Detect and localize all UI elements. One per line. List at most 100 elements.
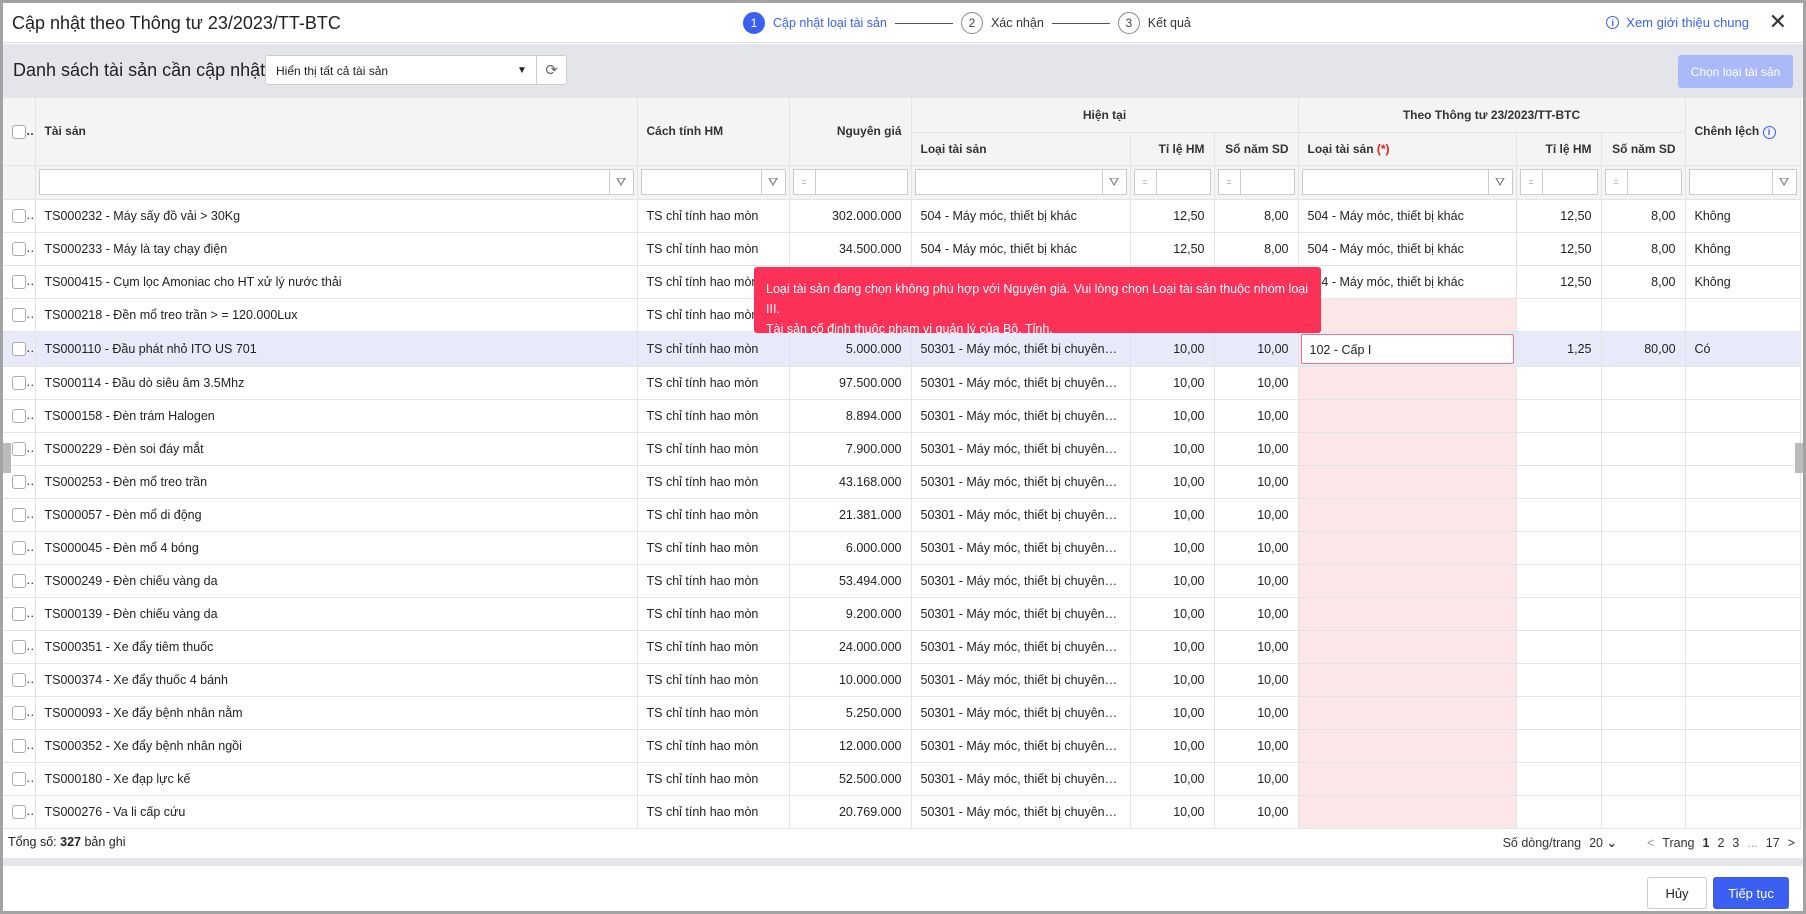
- page-17[interactable]: 17: [1766, 836, 1780, 850]
- filter-input[interactable]: [816, 170, 907, 194]
- cell-new-type[interactable]: [1298, 795, 1517, 829]
- cell-new-type[interactable]: [1298, 762, 1517, 796]
- filter-cost-input[interactable]: =: [792, 169, 908, 195]
- filter-input[interactable]: [40, 170, 609, 194]
- cell-new-type[interactable]: 504 - Máy móc, thiết bị khác: [1298, 232, 1517, 266]
- display-filter-select[interactable]: Hiển thị tất cả tài sản ▼ ⟳: [265, 55, 567, 85]
- asset-type-input[interactable]: 102 - Cấp I: [1300, 333, 1514, 364]
- intro-link[interactable]: i Xem giới thiệu chung: [1606, 15, 1749, 30]
- row-checkbox[interactable]: [12, 441, 26, 456]
- table-row[interactable]: TS000233 - Máy là tay chạy điện TS chỉ tí…: [3, 232, 1801, 266]
- page-1[interactable]: 1: [1703, 836, 1710, 850]
- operator-equals[interactable]: =: [794, 170, 816, 194]
- col-current-years[interactable]: Số năm SD: [1214, 132, 1299, 166]
- col-current-rate[interactable]: Tỉ lệ HM: [1130, 132, 1215, 166]
- filter-input[interactable]: [642, 170, 761, 194]
- row-checkbox[interactable]: [12, 705, 26, 720]
- refresh-icon[interactable]: ⟳: [536, 56, 566, 84]
- cell-new-type[interactable]: [1298, 597, 1517, 631]
- col-diff[interactable]: Chênh lệch i: [1685, 98, 1801, 166]
- table-row[interactable]: TS000352 - Xe đẩy bệnh nhân ngồi TS chỉ t…: [3, 729, 1801, 763]
- table-row[interactable]: TS000249 - Đèn chiếu vàng da TS chỉ tính …: [3, 564, 1801, 598]
- filter-new-years-input[interactable]: =: [1604, 169, 1682, 195]
- cell-new-type[interactable]: 102 - Cấp I: [1298, 331, 1517, 367]
- row-checkbox[interactable]: [12, 474, 26, 489]
- cell-new-type[interactable]: [1298, 663, 1517, 697]
- filter-icon[interactable]: ⛛: [760, 170, 785, 194]
- filter-asset-input[interactable]: ⛛: [38, 169, 634, 195]
- col-asset[interactable]: Tài sản: [35, 98, 638, 166]
- cell-new-type[interactable]: [1298, 432, 1517, 466]
- filter-current-type-input[interactable]: ⛛: [914, 169, 1127, 195]
- table-row[interactable]: TS000232 - Máy sấy đồ vải > 30Kg TS chỉ t…: [3, 199, 1801, 233]
- row-checkbox[interactable]: [12, 540, 26, 555]
- filter-icon[interactable]: ⛛: [1771, 170, 1796, 194]
- filter-input[interactable]: [1690, 170, 1772, 194]
- page-size-select[interactable]: 20 ⌄: [1589, 835, 1617, 850]
- filter-input[interactable]: [1241, 170, 1294, 194]
- row-checkbox[interactable]: [12, 241, 26, 256]
- row-checkbox[interactable]: [12, 738, 26, 753]
- cell-new-type[interactable]: [1298, 465, 1517, 499]
- choose-asset-type-button[interactable]: Chọn loại tài sản: [1678, 55, 1793, 88]
- page-3[interactable]: 3: [1732, 836, 1739, 850]
- info-icon[interactable]: i: [1762, 125, 1776, 139]
- cell-new-type[interactable]: [1298, 298, 1517, 332]
- cell-new-type[interactable]: 504 - Máy móc, thiết bị khác: [1298, 199, 1517, 233]
- cancel-button[interactable]: Hủy: [1647, 877, 1707, 909]
- filter-input[interactable]: [1303, 170, 1488, 194]
- filter-new-type-input[interactable]: ⛛: [1301, 169, 1513, 195]
- row-checkbox[interactable]: [12, 208, 26, 223]
- cell-new-type[interactable]: [1298, 564, 1517, 598]
- table-row[interactable]: TS000180 - Xe đạp lực kế TS chỉ tính hao …: [3, 762, 1801, 796]
- cell-new-type[interactable]: [1298, 399, 1517, 433]
- page-2[interactable]: 2: [1717, 836, 1724, 850]
- filter-icon[interactable]: ⛛: [1487, 170, 1512, 194]
- row-checkbox[interactable]: [12, 672, 26, 687]
- col-new-rate[interactable]: Tỉ lệ HM: [1516, 132, 1602, 166]
- filter-new-rate-input[interactable]: =: [1519, 169, 1598, 195]
- operator-equals[interactable]: =: [1219, 170, 1241, 194]
- cell-new-type[interactable]: [1298, 696, 1517, 730]
- cell-new-type[interactable]: [1298, 630, 1517, 664]
- table-row[interactable]: TS000114 - Đầu dò siêu âm 3.5Mhz TS chỉ t…: [3, 366, 1801, 400]
- col-cost[interactable]: Nguyên giá: [789, 98, 912, 166]
- table-row[interactable]: TS000229 - Đèn soi đáy mắt TS chỉ tính ha…: [3, 432, 1801, 466]
- row-checkbox[interactable]: [12, 606, 26, 621]
- filter-diff-input[interactable]: ⛛: [1688, 169, 1797, 195]
- row-checkbox[interactable]: [12, 573, 26, 588]
- row-checkbox[interactable]: [12, 274, 26, 289]
- row-checkbox[interactable]: [12, 408, 26, 423]
- table-row[interactable]: TS000158 - Đèn trám Halogen TS chỉ tính h…: [3, 399, 1801, 433]
- cell-new-type[interactable]: [1298, 366, 1517, 400]
- operator-equals[interactable]: =: [1135, 170, 1157, 194]
- cell-new-type[interactable]: 504 - Máy móc, thiết bị khác: [1298, 265, 1517, 299]
- col-method[interactable]: Cách tính HM: [637, 98, 790, 166]
- row-checkbox[interactable]: [12, 639, 26, 654]
- cell-new-type[interactable]: [1298, 498, 1517, 532]
- scroll-left-handle[interactable]: [3, 443, 11, 473]
- close-icon[interactable]: ✕: [1769, 9, 1787, 35]
- table-row[interactable]: TS000045 - Đèn mổ 4 bóng TS chỉ tính hao …: [3, 531, 1801, 565]
- table-row[interactable]: TS000351 - Xe đẩy tiêm thuốc TS chỉ tính …: [3, 630, 1801, 664]
- scroll-right-handle[interactable]: [1795, 443, 1803, 473]
- operator-equals[interactable]: =: [1606, 170, 1628, 194]
- filter-input[interactable]: [1628, 170, 1681, 194]
- row-checkbox[interactable]: [12, 375, 26, 390]
- continue-button[interactable]: Tiếp tục: [1713, 877, 1789, 909]
- filter-input[interactable]: [1157, 170, 1210, 194]
- row-checkbox[interactable]: [12, 804, 26, 819]
- filter-icon[interactable]: ⛛: [1101, 170, 1126, 194]
- cell-new-type[interactable]: [1298, 531, 1517, 565]
- table-row[interactable]: TS000139 - Đèn chiếu vàng da TS chỉ tính …: [3, 597, 1801, 631]
- row-checkbox[interactable]: [12, 341, 26, 356]
- filter-current-rate-input[interactable]: =: [1133, 169, 1211, 195]
- table-row[interactable]: TS000253 - Đèn mổ treo trần TS chỉ tính h…: [3, 465, 1801, 499]
- prev-page-button[interactable]: <: [1647, 836, 1654, 850]
- row-checkbox[interactable]: [12, 507, 26, 522]
- table-row[interactable]: TS000093 - Xe đẩy bệnh nhân nằm TS chỉ tí…: [3, 696, 1801, 730]
- table-row[interactable]: TS000057 - Đèn mổ di động TS chỉ tính hao…: [3, 498, 1801, 532]
- row-checkbox[interactable]: [12, 771, 26, 786]
- col-current-type[interactable]: Loại tài sản: [911, 132, 1131, 166]
- col-new-type[interactable]: Loại tài sản (*): [1298, 132, 1517, 166]
